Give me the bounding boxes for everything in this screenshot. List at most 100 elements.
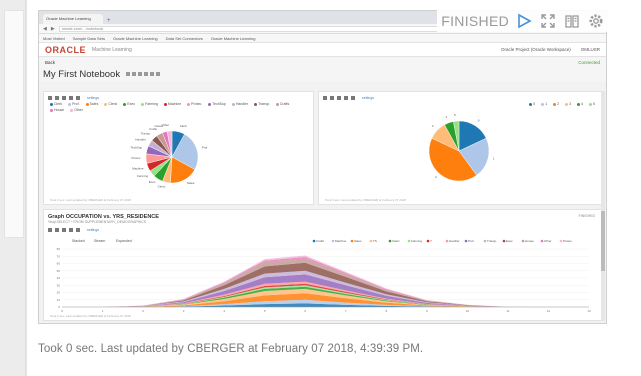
settings-link[interactable]: settings (362, 96, 374, 100)
line-view-icon[interactable] (76, 95, 80, 100)
pie-slice-label: Farming (137, 174, 148, 178)
legend-label[interactable]: Cleric (392, 239, 400, 243)
table-view-icon[interactable] (48, 227, 52, 232)
legend-swatch (68, 102, 72, 106)
legend-item[interactable]: Exec (123, 102, 135, 106)
legend-item[interactable]: Crafts (275, 102, 289, 106)
y-tick-label: 50 (57, 269, 61, 273)
legend-item[interactable]: Transp. (254, 102, 270, 106)
back-link[interactable]: Back (45, 60, 55, 65)
gear-icon[interactable] (587, 12, 605, 30)
paragraph-title: Graph OCCUPATION vs. YRS_RESIDENCE (48, 214, 159, 220)
pie-view-icon[interactable] (62, 227, 66, 232)
paragraph-toolbar: settings (44, 94, 313, 101)
pie-slice-label: Exec (149, 180, 156, 184)
legend-label[interactable]: Protec. (563, 239, 573, 243)
bar-view-icon[interactable] (55, 95, 59, 100)
run-icon[interactable] (515, 12, 533, 30)
legend-item[interactable]: 0 (529, 102, 535, 106)
clear-icon[interactable] (144, 72, 149, 76)
pie-view-icon[interactable] (62, 95, 66, 100)
legend-item[interactable]: Cleric (104, 102, 117, 106)
nav-back-icon[interactable]: ◀ (43, 26, 47, 32)
bar-view-icon[interactable] (55, 227, 59, 232)
legend-item[interactable]: 1 (541, 102, 547, 106)
export-icon[interactable] (156, 72, 161, 76)
pie2-chart: 0 1 2 3 4 5 (428, 113, 495, 182)
y-tick-label: 10 (57, 298, 61, 302)
chart-mode-option[interactable]: Expanded (116, 239, 132, 243)
line-view-icon[interactable] (76, 227, 80, 232)
legend-label[interactable]: TS (373, 239, 377, 243)
pie-slice-label: Cleric (158, 184, 166, 188)
legend-label[interactable]: Prof. (468, 239, 475, 243)
chart-mode-option[interactable]: Stream (94, 239, 105, 243)
legend-label[interactable]: Sales (354, 239, 362, 243)
legend-label[interactable]: Farming (411, 239, 422, 243)
bookmark-item[interactable]: Data Set Connectors (166, 36, 203, 41)
area-view-icon[interactable] (344, 95, 348, 100)
legend-label[interactable]: Handler (449, 239, 460, 243)
area-view-icon[interactable] (69, 95, 73, 100)
legend-item[interactable]: Other (70, 108, 83, 112)
expand-icon[interactable] (539, 12, 557, 30)
legend-item[interactable]: House (50, 108, 64, 112)
settings-link[interactable]: settings (87, 96, 99, 100)
legend-label[interactable]: Crafts (316, 239, 325, 243)
legend-label[interactable]: Exec (506, 239, 513, 243)
project-selector[interactable]: Oracle Project (Oracle Workspace) (501, 47, 571, 52)
legend-swatch (445, 239, 449, 243)
legend-item[interactable]: 3 (565, 102, 571, 106)
bookmark-item[interactable]: Most Visited (43, 36, 65, 41)
scrollbar-thumb[interactable] (601, 211, 605, 271)
legend-label[interactable]: Machine (335, 239, 347, 243)
bookmark-item[interactable]: Sample Data Sets (73, 36, 105, 41)
x-tick-label: 0 (61, 309, 63, 313)
legend-label: 4 (581, 102, 584, 106)
y-tick-label: 20 (57, 291, 61, 295)
legend-item[interactable]: Protec. (187, 102, 202, 106)
legend-label: Machine (167, 102, 182, 106)
pie-slice-label: 2 (435, 175, 437, 179)
book-icon[interactable] (563, 12, 581, 30)
legend-label[interactable]: Other (544, 239, 552, 243)
pie-view-icon[interactable] (337, 95, 341, 100)
legend-label: Other (74, 108, 83, 112)
legend-label[interactable]: ? (430, 239, 432, 243)
screenshot-scrollbar[interactable] (601, 91, 605, 321)
bookmark-item[interactable]: Oracle Machine Learning (211, 36, 256, 41)
run-all-icon[interactable] (126, 72, 131, 76)
legend-item[interactable]: TechSup (208, 102, 226, 106)
line-view-icon[interactable] (351, 95, 355, 100)
nav-forward-icon[interactable]: ▶ (51, 26, 55, 32)
legend-item[interactable]: Sales (85, 102, 98, 106)
legend-item[interactable]: Machine (163, 102, 182, 106)
table-view-icon[interactable] (323, 95, 327, 100)
legend-item[interactable]: Handler (231, 102, 248, 106)
pie-slice-label: Transp. (141, 131, 151, 135)
legend-label: Protec. (191, 102, 203, 106)
hide-code-icon[interactable] (132, 72, 137, 76)
settings-link[interactable]: settings (87, 228, 99, 232)
bookmark-item[interactable]: Oracle Machine Learning (113, 36, 158, 41)
browser-tab[interactable]: Oracle Machine Learning (43, 14, 103, 24)
clone-icon[interactable] (150, 72, 155, 76)
paragraph-footnote: Took 0 sec. Last updated by CBERGER at F… (50, 198, 131, 202)
oracle-logo: ORACLE (45, 44, 86, 55)
bar-view-icon[interactable] (330, 95, 334, 100)
legend-item[interactable]: 2 (553, 102, 559, 106)
area-view-icon[interactable] (69, 227, 73, 232)
table-view-icon[interactable] (48, 95, 52, 100)
legend-item[interactable]: 5 (589, 102, 595, 106)
legend-swatch (208, 102, 212, 106)
user-menu[interactable]: OMLUSR (581, 47, 600, 52)
legend-item[interactable]: 4 (577, 102, 583, 106)
legend-item[interactable]: Farming (141, 102, 158, 106)
legend-label[interactable]: Transp. (487, 239, 497, 243)
legend-item[interactable]: Clerk (50, 102, 62, 106)
chart-mode-option[interactable]: Stacked (72, 239, 85, 243)
legend-item[interactable]: Prof. (68, 102, 80, 106)
hide-output-icon[interactable] (138, 72, 143, 76)
new-tab-icon[interactable]: + (107, 18, 111, 24)
legend-label[interactable]: House (525, 239, 534, 243)
